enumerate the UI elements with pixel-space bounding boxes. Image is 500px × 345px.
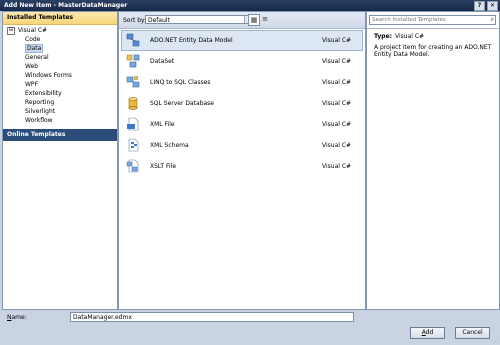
item-language: Visual C# (322, 100, 352, 107)
sort-value: Default (148, 17, 170, 24)
item-name: LINQ to SQL Classes (150, 79, 211, 86)
tree-node-windows-forms[interactable]: Windows Forms (3, 71, 117, 80)
bottom-panel: Name: Add Cancel ⋰ (0, 310, 500, 345)
item-language: Visual C# (322, 142, 352, 149)
grid-view-icon[interactable]: ▦ (248, 14, 260, 26)
list-item[interactable]: XSLT File Visual C# (121, 156, 363, 177)
list-item[interactable]: XML Schema Visual C# (121, 135, 363, 156)
xslt-file-icon (126, 159, 139, 173)
template-description: A project item for creating an ADO.NET E… (374, 44, 492, 58)
item-language: Visual C# (322, 121, 352, 128)
item-name: XML File (150, 121, 175, 128)
database-icon (128, 97, 138, 110)
templates-tree-pane: Installed Templates ⊟ Visual C# Code Data… (2, 11, 118, 310)
divider (367, 28, 499, 29)
resize-grip-icon[interactable]: ⋰ (493, 337, 499, 344)
tree-node-extensibility[interactable]: Extensibility (3, 89, 117, 98)
sort-dropdown[interactable]: Default ▾ (145, 15, 255, 24)
item-language: Visual C# (322, 79, 352, 86)
name-input[interactable] (70, 312, 354, 322)
tree-node-web[interactable]: Web (3, 62, 117, 71)
tree-node-wpf[interactable]: WPF (3, 80, 117, 89)
tree-node-silverlight[interactable]: Silverlight (3, 107, 117, 116)
search-icon[interactable]: ⌕ (491, 16, 494, 24)
list-toolbar: Sort by: Default ▾ ≡ ▦ (119, 12, 365, 29)
sort-label: Sort by: (123, 17, 147, 24)
title-bar: Add New Item - MasterDataManager ? ✕ (0, 0, 500, 11)
template-tree: ⊟ Visual C# Code Data General Web Windows… (3, 26, 117, 125)
item-name: XSLT File (150, 163, 177, 170)
xml-schema-icon (128, 138, 139, 152)
list-item[interactable]: ADO.NET Entity Data Model Visual C# (121, 30, 363, 51)
tree-node-code[interactable]: Code (3, 35, 117, 44)
type-label: Type: (374, 33, 393, 40)
item-language: Visual C# (322, 163, 352, 170)
online-templates-header[interactable]: Online Templates (3, 129, 117, 141)
template-list-pane: Sort by: Default ▾ ≡ ▦ ADO.NET Entity Da… (118, 11, 366, 310)
item-language: Visual C# (322, 58, 352, 65)
type-value: Visual C# (395, 33, 425, 40)
item-language: Visual C# (322, 37, 352, 44)
tree-node-general[interactable]: General (3, 53, 117, 62)
list-item[interactable]: XML File Visual C# (121, 114, 363, 135)
item-name: XML Schema (150, 142, 189, 149)
cancel-button[interactable]: Cancel (455, 327, 490, 339)
item-name: DataSet (150, 58, 175, 65)
search-box[interactable]: ⌕ (369, 15, 496, 25)
xml-file-icon (127, 117, 139, 131)
dataset-icon (126, 54, 140, 68)
name-label: Name: (7, 314, 27, 321)
window-title: Add New Item - MasterDataManager (4, 2, 128, 9)
tree-node-label: Visual C# (18, 27, 48, 34)
tree-node-reporting[interactable]: Reporting (3, 98, 117, 107)
template-list: ADO.NET Entity Data Model Visual C# Data… (121, 30, 363, 177)
close-button[interactable]: ✕ (487, 1, 498, 11)
search-input[interactable] (370, 16, 484, 24)
list-view-icon[interactable]: ≡ (260, 14, 270, 24)
add-button[interactable]: Add (410, 327, 445, 339)
list-item[interactable]: LINQ to SQL Classes Visual C# (121, 72, 363, 93)
collapse-icon[interactable]: ⊟ (7, 26, 15, 35)
item-name: ADO.NET Entity Data Model (150, 37, 233, 44)
item-name: SQL Server Database (150, 100, 214, 107)
tree-node-data[interactable]: Data (3, 44, 117, 53)
linq-to-sql-icon (126, 75, 140, 88)
details-pane: ⌕ Type: Visual C# A project item for cre… (366, 11, 500, 310)
tree-node-visual-csharp[interactable]: ⊟ Visual C# (3, 26, 117, 35)
entity-data-model-icon (126, 33, 140, 47)
installed-templates-header[interactable]: Installed Templates (3, 12, 117, 25)
list-item[interactable]: DataSet Visual C# (121, 51, 363, 72)
list-item[interactable]: SQL Server Database Visual C# (121, 93, 363, 114)
help-button[interactable]: ? (474, 1, 485, 11)
tree-node-workflow[interactable]: Workflow (3, 116, 117, 125)
